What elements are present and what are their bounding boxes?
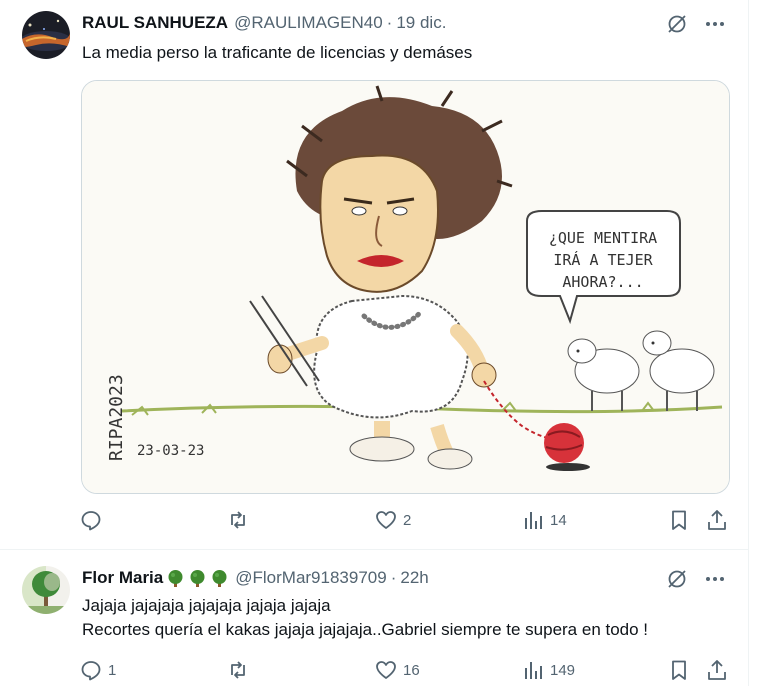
tweet-actions: 1 16 149 [80,659,730,683]
reply-button[interactable]: 1 [80,659,116,681]
reply-icon [80,509,102,531]
views-count: 14 [550,511,567,529]
like-count: 2 [403,511,412,529]
author-handle[interactable]: @FlorMar91839709 [235,568,386,588]
bookmark-icon [668,659,690,681]
author-name[interactable]: RAUL SANHUEZA [82,13,228,33]
views-count: 149 [550,661,576,679]
tweet-top-actions [666,568,726,590]
tweet-top-actions [666,13,726,35]
more-icon[interactable] [704,568,726,590]
author-name[interactable]: Flor Maria [82,568,163,588]
bookmark-button[interactable] [668,659,690,681]
repost-button[interactable] [227,659,255,681]
tweet-text: La media perso la traficante de licencia… [82,41,472,65]
timestamp[interactable]: 19 dic. [396,13,446,33]
heart-icon [375,509,397,531]
grok-icon[interactable] [666,13,688,35]
tweet-media[interactable]: ¿QUE MENTIRA IRÁ A TEJER AHORA?... RIPA2… [81,80,730,494]
share-button[interactable] [706,659,728,681]
views-icon [522,509,544,531]
speech-line: AHORA?... [562,273,643,291]
views-button[interactable]: 149 [522,659,575,681]
reply-button[interactable] [80,509,108,531]
like-button[interactable]: 16 [375,659,420,681]
tweet-actions: 2 14 [80,509,730,533]
tweet-text-line: Recortes quería el kakas jajaja jajajaja… [82,620,649,639]
share-icon [706,509,728,531]
more-icon[interactable] [704,13,726,35]
repost-icon [227,659,249,681]
separator: · [390,568,397,587]
tweet-text: Jajaja jajajaja jajajaja jajaja jajaja R… [82,594,648,642]
speech-line: IRÁ A TEJER [553,250,653,269]
grok-icon[interactable] [666,568,688,590]
share-icon [706,659,728,681]
tweet[interactable]: RAUL SANHUEZA @RAULIMAGEN40 · 19 dic. La… [0,0,748,549]
tweet-text-line: La media perso la traficante de licencia… [82,43,473,62]
heart-icon [375,659,397,681]
like-button[interactable]: 2 [375,509,411,531]
share-button[interactable] [706,509,728,531]
avatar[interactable] [22,566,70,614]
repost-button[interactable] [227,509,255,531]
tree-icon [190,569,205,587]
tweet[interactable]: Flor Maria @FlorMar91839709 · 22h Jajaja… [0,549,748,687]
like-count: 16 [403,661,420,679]
speech-line: ¿QUE MENTIRA [549,229,657,247]
tree-icon [212,569,227,587]
repost-icon [227,509,249,531]
reply-count: 1 [108,661,117,679]
timeline-border [748,0,749,686]
bookmark-button[interactable] [668,509,690,531]
timestamp[interactable]: 22h [400,568,428,588]
cartoon-signature: RIPA2023 [106,374,127,461]
cartoon-date: 23-03-23 [137,443,204,459]
bookmark-icon [668,509,690,531]
tweet-header: RAUL SANHUEZA @RAULIMAGEN40 · 19 dic. [82,12,446,34]
author-handle[interactable]: @RAULIMAGEN40 [234,13,383,33]
cartoon-image: ¿QUE MENTIRA IRÁ A TEJER AHORA?... RIPA2… [82,81,729,493]
tweet-text-line: Jajaja jajajaja jajajaja jajaja jajaja [82,596,331,615]
views-button[interactable]: 14 [522,509,567,531]
reply-icon [80,659,102,681]
separator: · [386,13,393,32]
views-icon [522,659,544,681]
tweet-header: Flor Maria @FlorMar91839709 · 22h [82,567,429,589]
avatar[interactable] [22,11,70,59]
name-emoji [166,569,229,588]
tree-icon [168,569,183,587]
